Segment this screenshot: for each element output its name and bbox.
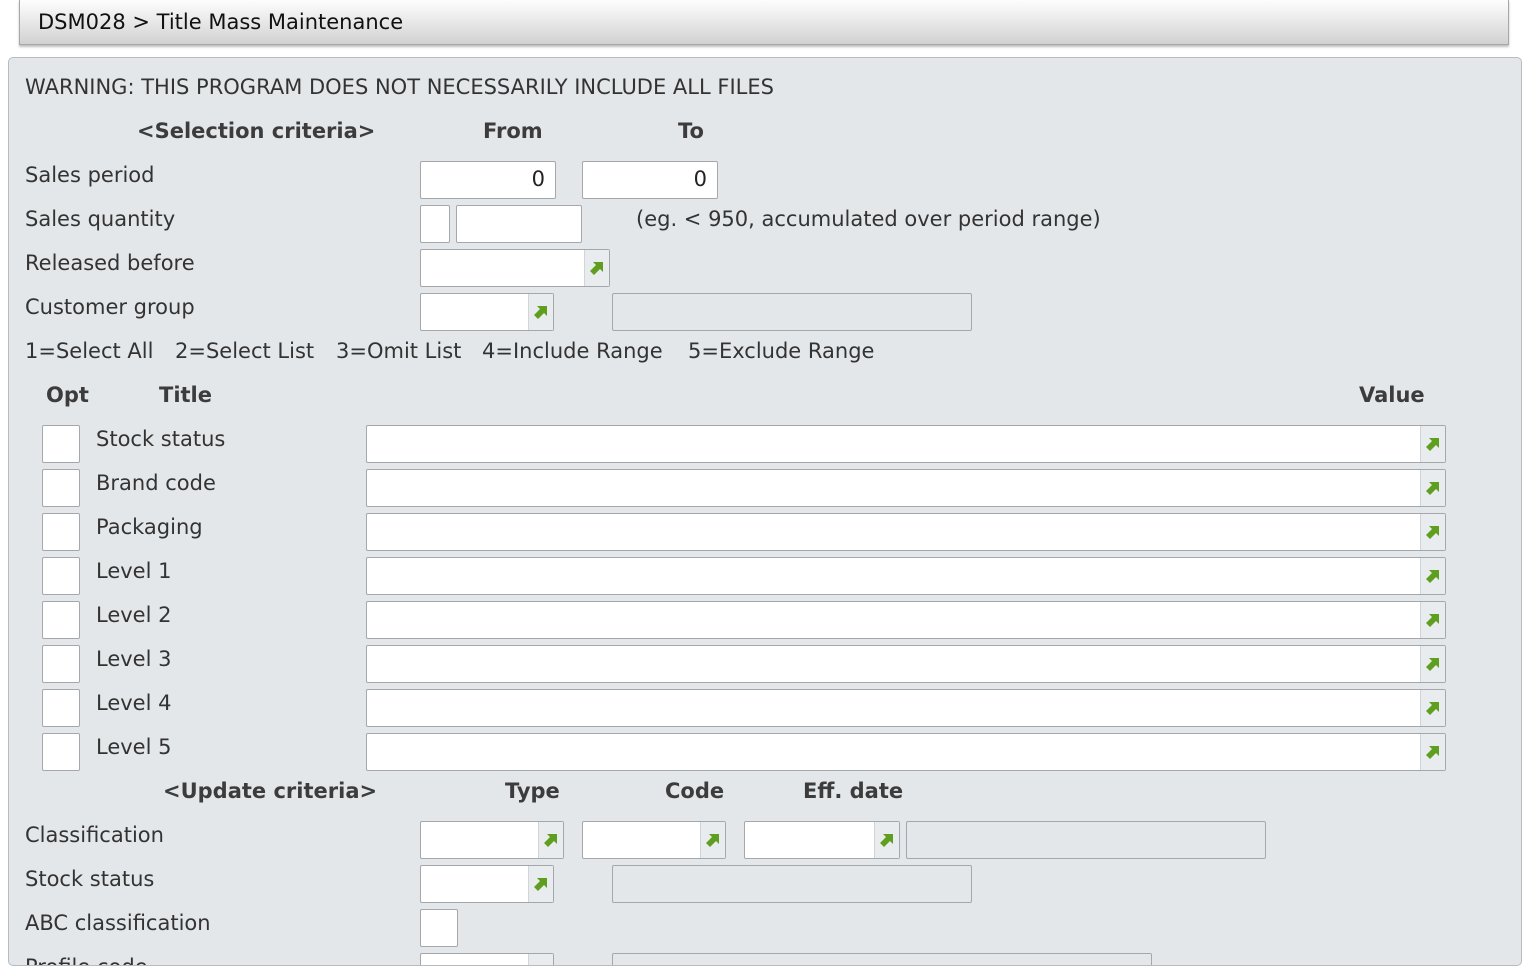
sales-period-to-input[interactable]: 0 xyxy=(582,161,718,199)
value-column-header: Value xyxy=(1359,383,1425,407)
sales-period-from-input[interactable]: 0 xyxy=(420,161,556,199)
title-column-header: Title xyxy=(159,383,213,407)
customer-group-input[interactable] xyxy=(420,293,554,331)
prompt-arrow-icon[interactable] xyxy=(1420,690,1445,726)
from-header: From xyxy=(483,119,543,143)
classification-description xyxy=(906,821,1266,859)
opt-input[interactable] xyxy=(42,425,80,463)
released-before-label: Released before xyxy=(25,251,195,275)
prompt-arrow-icon[interactable] xyxy=(874,822,899,858)
window-title-bar: DSM028 > Title Mass Maintenance xyxy=(19,0,1509,45)
opt-input[interactable] xyxy=(42,513,80,551)
type-header: Type xyxy=(505,779,560,803)
abc-classification-input[interactable] xyxy=(420,909,458,947)
prompt-arrow-icon[interactable] xyxy=(1420,514,1445,550)
prompt-arrow-icon[interactable] xyxy=(584,250,609,286)
row-title: Level 5 xyxy=(96,735,172,759)
opt-input[interactable] xyxy=(42,645,80,683)
classification-label: Classification xyxy=(25,823,164,847)
sales-period-label: Sales period xyxy=(25,163,155,187)
row-title: Stock status xyxy=(96,427,226,451)
prompt-arrow-icon[interactable] xyxy=(1420,734,1445,770)
value-input[interactable] xyxy=(366,733,1446,771)
eff-date-header: Eff. date xyxy=(803,779,904,803)
value-input[interactable] xyxy=(366,645,1446,683)
update-stock-status-input[interactable] xyxy=(420,865,554,903)
prompt-arrow-icon[interactable] xyxy=(528,294,553,330)
update-criteria-header: <Update criteria> xyxy=(163,779,378,803)
prompt-arrow-icon[interactable] xyxy=(700,822,725,858)
update-stock-status-description xyxy=(612,865,972,903)
value-input[interactable] xyxy=(366,689,1446,727)
prompt-arrow-icon[interactable] xyxy=(1420,646,1445,682)
classification-code-input[interactable] xyxy=(582,821,726,859)
prompt-arrow-icon[interactable] xyxy=(1420,470,1445,506)
classification-type-input[interactable] xyxy=(420,821,564,859)
sales-quantity-value-input[interactable] xyxy=(456,205,582,243)
main-panel: WARNING: THIS PROGRAM DOES NOT NECESSARI… xyxy=(8,57,1522,966)
value-input[interactable] xyxy=(366,425,1446,463)
abc-classification-label: ABC classification xyxy=(25,911,211,935)
value-input[interactable] xyxy=(366,557,1446,595)
profile-code-input[interactable] xyxy=(420,953,554,965)
value-input[interactable] xyxy=(366,469,1446,507)
code-header: Code xyxy=(665,779,725,803)
sales-quantity-hint: (eg. < 950, accumulated over period rang… xyxy=(636,207,1101,231)
row-title: Brand code xyxy=(96,471,216,495)
customer-group-description xyxy=(612,293,972,331)
option-legend-3: 3=Omit List xyxy=(336,339,462,363)
opt-input[interactable] xyxy=(42,733,80,771)
profile-code-description xyxy=(612,953,1152,965)
opt-input[interactable] xyxy=(42,469,80,507)
opt-input[interactable] xyxy=(42,601,80,639)
classification-eff-date-input[interactable] xyxy=(744,821,900,859)
row-title: Level 2 xyxy=(96,603,172,627)
sales-quantity-operator-input[interactable] xyxy=(420,205,450,243)
prompt-arrow-icon[interactable] xyxy=(1420,558,1445,594)
customer-group-label: Customer group xyxy=(25,295,195,319)
row-title: Level 4 xyxy=(96,691,172,715)
prompt-arrow-icon[interactable] xyxy=(528,954,553,965)
to-header: To xyxy=(678,119,704,143)
window-title: DSM028 > Title Mass Maintenance xyxy=(38,10,404,34)
prompt-arrow-icon[interactable] xyxy=(528,866,553,902)
value-input[interactable] xyxy=(366,601,1446,639)
profile-code-label: Profile code xyxy=(25,954,148,965)
row-title: Packaging xyxy=(96,515,203,539)
selection-criteria-header: <Selection criteria> xyxy=(137,119,376,143)
value-input[interactable] xyxy=(366,513,1446,551)
opt-input[interactable] xyxy=(42,557,80,595)
option-legend-5: 5=Exclude Range xyxy=(688,339,875,363)
option-legend-4: 4=Include Range xyxy=(482,339,663,363)
released-before-input[interactable] xyxy=(420,249,610,287)
row-title: Level 3 xyxy=(96,647,172,671)
option-legend-1: 1=Select All xyxy=(25,339,154,363)
sales-quantity-label: Sales quantity xyxy=(25,207,176,231)
option-legend-2: 2=Select List xyxy=(175,339,315,363)
row-title: Level 1 xyxy=(96,559,172,583)
prompt-arrow-icon[interactable] xyxy=(538,822,563,858)
update-stock-status-label: Stock status xyxy=(25,867,155,891)
prompt-arrow-icon[interactable] xyxy=(1420,602,1445,638)
warning-text: WARNING: THIS PROGRAM DOES NOT NECESSARI… xyxy=(25,75,774,99)
opt-input[interactable] xyxy=(42,689,80,727)
prompt-arrow-icon[interactable] xyxy=(1420,426,1445,462)
opt-column-header: Opt xyxy=(46,383,89,407)
